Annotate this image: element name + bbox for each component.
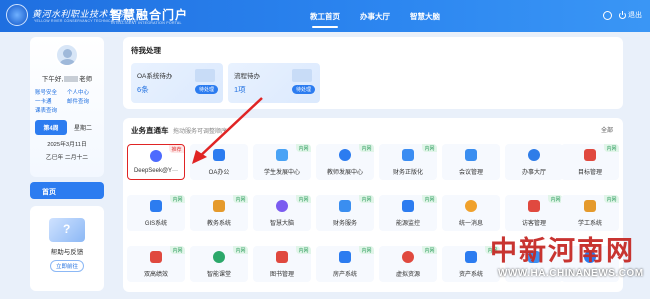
- arrow-shaft: [196, 97, 263, 160]
- watermark-url: WWW.HA.CHINANEWS.COM: [498, 268, 644, 279]
- watermark-logo: 中新河南网: [490, 236, 635, 267]
